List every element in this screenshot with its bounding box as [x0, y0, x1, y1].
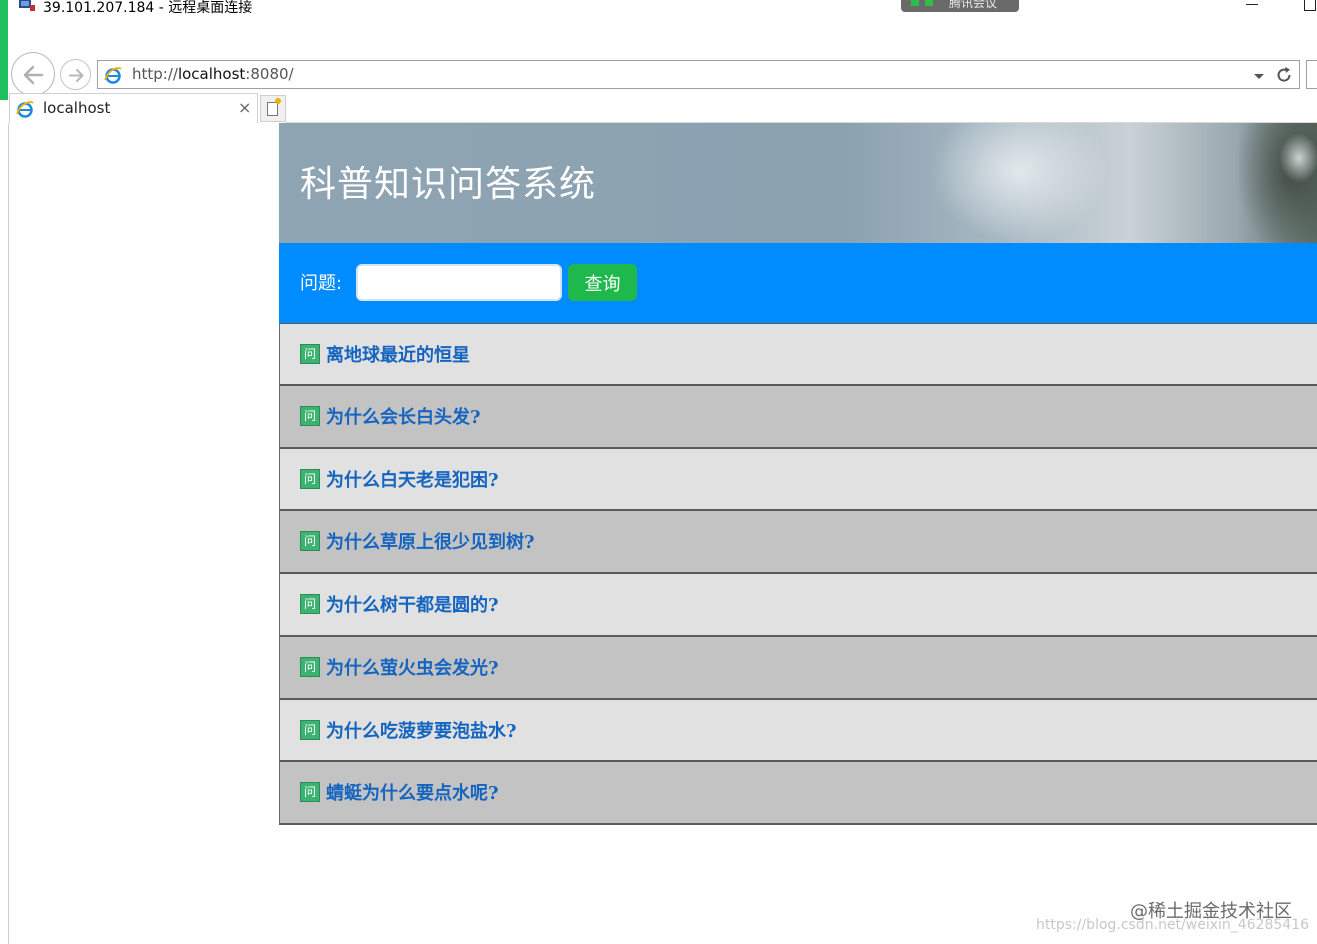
close-icon[interactable]: ×	[238, 98, 251, 117]
meeting-icon	[911, 0, 919, 6]
question-icon: 问	[300, 344, 320, 364]
question-icon-label: 问	[304, 471, 317, 486]
ie-icon	[16, 101, 34, 118]
question-icon: 问	[300, 656, 320, 677]
remote-desktop-title: 39.101.207.184 - 远程桌面连接	[43, 0, 253, 16]
url-scheme: http://	[132, 65, 178, 83]
remote-desktop-titlebar: 39.101.207.184 - 远程桌面连接 腾讯会议	[0, 0, 1317, 100]
address-bar[interactable]: http://localhost:8080/	[97, 60, 1300, 89]
question-icon-label: 问	[304, 408, 317, 423]
minimize-button[interactable]	[1246, 4, 1258, 5]
search-button[interactable]: 查询	[568, 264, 637, 301]
tab-label: localhost	[43, 99, 111, 117]
banner-background-image	[929, 123, 1109, 243]
header-banner: 科普知识问答系统	[279, 123, 1317, 243]
browser-tab-localhost[interactable]: localhost ×	[9, 93, 258, 123]
search-bar: 问题: 查询	[279, 243, 1317, 323]
page-title: 科普知识问答系统	[300, 164, 597, 205]
search-input[interactable]	[356, 264, 562, 301]
question-row[interactable]: 问 为什么草原上很少见到树?	[279, 511, 1317, 574]
question-icon-label: 问	[304, 597, 317, 611]
search-label: 问题:	[300, 273, 343, 294]
meeting-overlay-label: 腾讯会议	[949, 0, 998, 10]
new-tab-sparkle-icon	[275, 98, 281, 104]
question-link[interactable]: 为什么树干都是圆的?	[326, 591, 499, 617]
search-provider-button[interactable]	[1306, 60, 1317, 89]
question-list: 问 离地球最近的恒星 问 为什么会长白头发? 问 为什么白天老是犯困? 问 为什…	[279, 323, 1317, 825]
question-icon: 问	[300, 468, 320, 489]
question-row[interactable]: 问 为什么萤火虫会发光?	[279, 636, 1317, 700]
question-row[interactable]: 问 为什么白天老是犯困?	[279, 448, 1317, 512]
new-tab-icon	[267, 102, 278, 116]
question-row[interactable]: 问 为什么吃菠萝要泡盐水?	[279, 699, 1317, 763]
back-button[interactable]	[11, 52, 55, 96]
question-icon-label: 问	[304, 785, 317, 800]
question-icon-label: 问	[304, 722, 317, 737]
question-icon-label: 问	[304, 659, 317, 674]
question-row[interactable]: 问 为什么树干都是圆的?	[279, 574, 1317, 637]
question-link[interactable]: 为什么会长白头发?	[326, 403, 481, 429]
taskbar-edge-left	[0, 0, 8, 100]
question-row[interactable]: 问 离地球最近的恒星	[279, 323, 1317, 386]
window-left-border	[8, 123, 9, 944]
refresh-icon[interactable]	[1274, 65, 1294, 85]
question-icon: 问	[300, 405, 320, 426]
question-link[interactable]: 蜻蜓为什么要点水呢?	[326, 779, 499, 805]
new-tab-button[interactable]	[260, 95, 286, 122]
question-icon: 问	[300, 531, 320, 552]
banner-highlight	[1279, 133, 1317, 183]
question-icon-label: 问	[304, 534, 317, 549]
url-port-path: :8080/	[245, 65, 294, 83]
question-icon: 问	[300, 719, 320, 740]
forward-arrow-icon	[69, 69, 84, 82]
ie-icon	[104, 67, 122, 84]
question-icon-label: 问	[304, 347, 317, 361]
question-icon: 问	[300, 782, 320, 803]
url-host: localhost	[177, 65, 246, 83]
question-icon: 问	[300, 594, 320, 614]
remote-desktop-icon	[19, 0, 35, 11]
question-link[interactable]: 为什么草原上很少见到树?	[326, 528, 535, 554]
back-arrow-icon	[23, 65, 44, 85]
question-link[interactable]: 离地球最近的恒星	[326, 341, 470, 367]
question-row[interactable]: 问 为什么会长白头发?	[279, 385, 1317, 449]
forward-button[interactable]	[60, 59, 91, 90]
meeting-overlay[interactable]: 腾讯会议	[901, 0, 1019, 12]
question-link[interactable]: 为什么吃菠萝要泡盐水?	[326, 717, 517, 743]
chevron-down-icon[interactable]	[1252, 69, 1266, 83]
question-link[interactable]: 为什么白天老是犯困?	[326, 466, 499, 492]
url-text[interactable]: http://localhost:8080/	[132, 65, 294, 83]
maximize-button[interactable]	[1304, 0, 1316, 11]
page-content: 科普知识问答系统 问题: 查询 问 离地球最近的恒星 问 为什么会长白头发? 问…	[279, 123, 1317, 825]
question-row[interactable]: 问 蜻蜓为什么要点水呢?	[279, 762, 1317, 825]
watermark-csdn: https://blog.csdn.net/weixin_46285416	[1036, 917, 1310, 933]
shield-icon	[925, 0, 933, 6]
question-link[interactable]: 为什么萤火虫会发光?	[326, 654, 499, 680]
